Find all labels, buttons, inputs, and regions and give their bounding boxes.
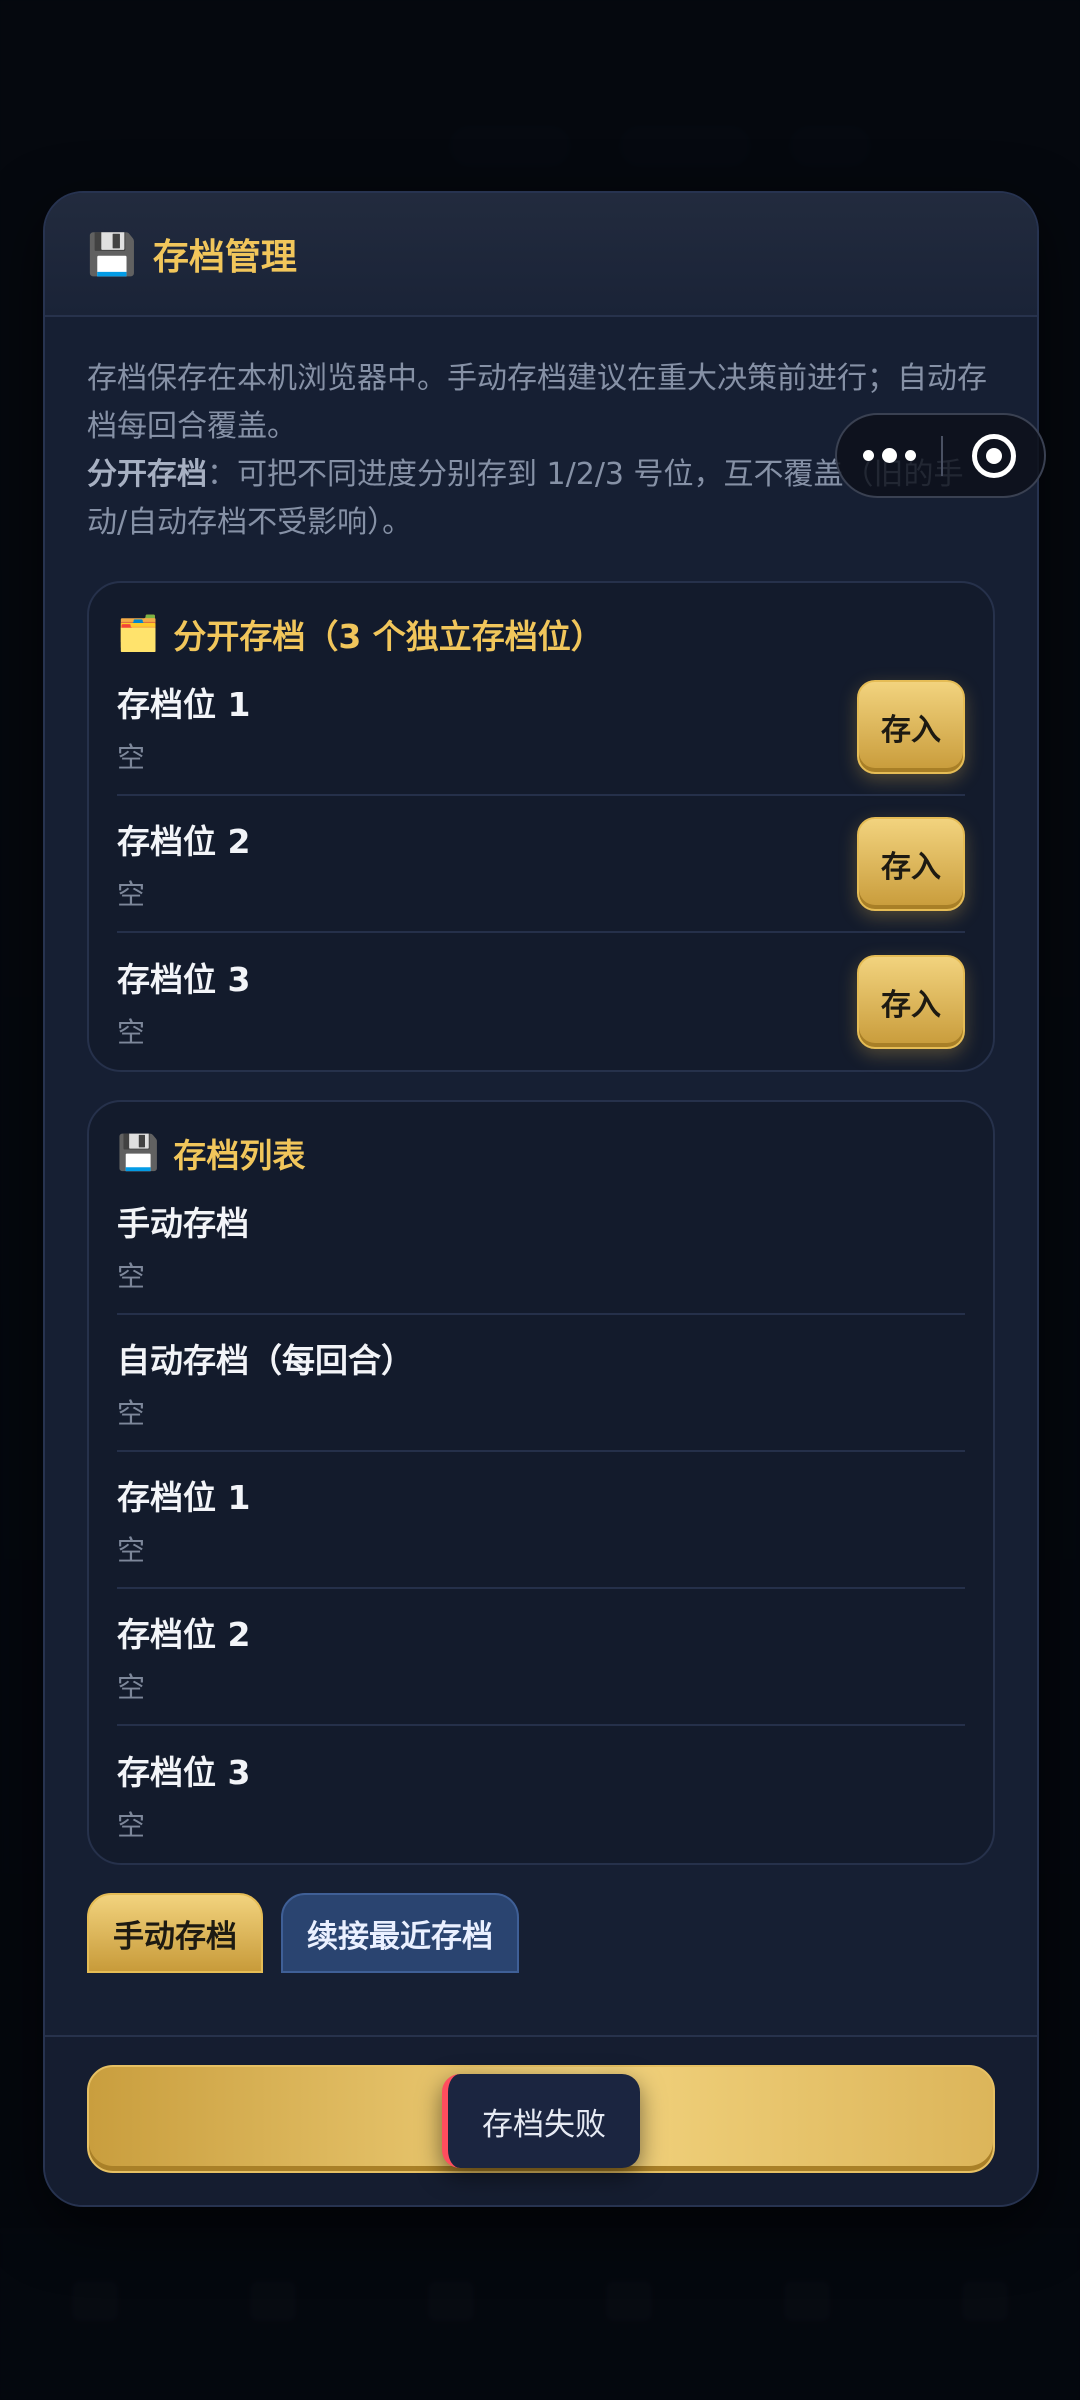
save-status: 空 [117,1396,146,1430]
miniprogram-capsule [835,413,1046,498]
save-status: 空 [117,1670,146,1704]
save-list-item[interactable]: 自动存档（每回合） 空 [117,1315,965,1452]
save-list-item[interactable]: 存档位 3 空 [117,1726,965,1863]
folder-icon: 🗂️ [117,614,160,654]
more-icon[interactable] [837,448,941,463]
slot-status: 空 [117,740,146,774]
description-bold: 分开存档 [87,457,207,492]
save-name: 自动存档（每回合） [117,1340,414,1380]
save-list-title: 存档列表 [173,1136,306,1175]
modal-title: 存档管理 [152,237,297,278]
save-list-item[interactable]: 手动存档 空 [117,1178,965,1315]
save-status: 空 [117,1808,146,1842]
save-name: 存档位 2 [117,1614,251,1654]
modal-body: 存档保存在本机浏览器中。手动存档建议在重大决策前进行；自动存档每回合覆盖。 分开… [45,317,1037,2165]
save-slot-row: 存档位 3 空 存入 [117,933,965,1070]
close-miniprogram-icon[interactable] [943,433,1044,478]
save-status: 空 [117,1259,146,1293]
separate-saves-card: 🗂️ 分开存档（3 个独立存档位） 存档位 1 空 存入 存档位 2 空 存入 [87,581,995,1072]
modal-actions: 手动存档 续接最近存档 [87,1893,995,1973]
resume-latest-save-button[interactable]: 续接最近存档 [281,1893,519,1973]
save-list-card: 💾 存档列表 手动存档 空 自动存档（每回合） 空 存档位 1 空 存档位 2 … [87,1100,995,1865]
slot-status: 空 [117,877,146,911]
store-slot-2-button[interactable]: 存入 [857,816,965,911]
save-name: 存档位 1 [117,1477,251,1517]
floppy-disk-icon: 💾 [87,231,137,278]
floppy-disk-icon: 💾 [117,1133,160,1173]
save-slot-row: 存档位 1 空 存入 [117,659,965,796]
card-title: 🗂️ 分开存档（3 个独立存档位） [117,609,965,659]
error-toast: 存档失败 [442,2074,640,2168]
save-name: 手动存档 [117,1203,249,1243]
save-list-item[interactable]: 存档位 1 空 [117,1452,965,1589]
slot-name: 存档位 1 [117,684,251,724]
store-slot-3-button[interactable]: 存入 [857,954,965,1049]
save-list-item[interactable]: 存档位 2 空 [117,1589,965,1726]
save-status: 空 [117,1533,146,1567]
save-name: 存档位 3 [117,1752,251,1792]
save-slot-row: 存档位 2 空 存入 [117,796,965,933]
slot-status: 空 [117,1015,146,1049]
store-slot-1-button[interactable]: 存入 [857,679,965,774]
modal-header: 💾 存档管理 [45,193,1037,317]
manual-save-button[interactable]: 手动存档 [87,1893,263,1973]
slot-name: 存档位 2 [117,821,251,861]
description-text-2: ：可把不同进度分别存到 1/2/3 号位，互不覆盖（旧的手动/自动存档不受影响）… [87,457,964,540]
slot-name: 存档位 3 [117,959,251,999]
card-title: 💾 存档列表 [117,1128,965,1178]
separate-saves-title: 分开存档（3 个独立存档位） [173,617,604,656]
